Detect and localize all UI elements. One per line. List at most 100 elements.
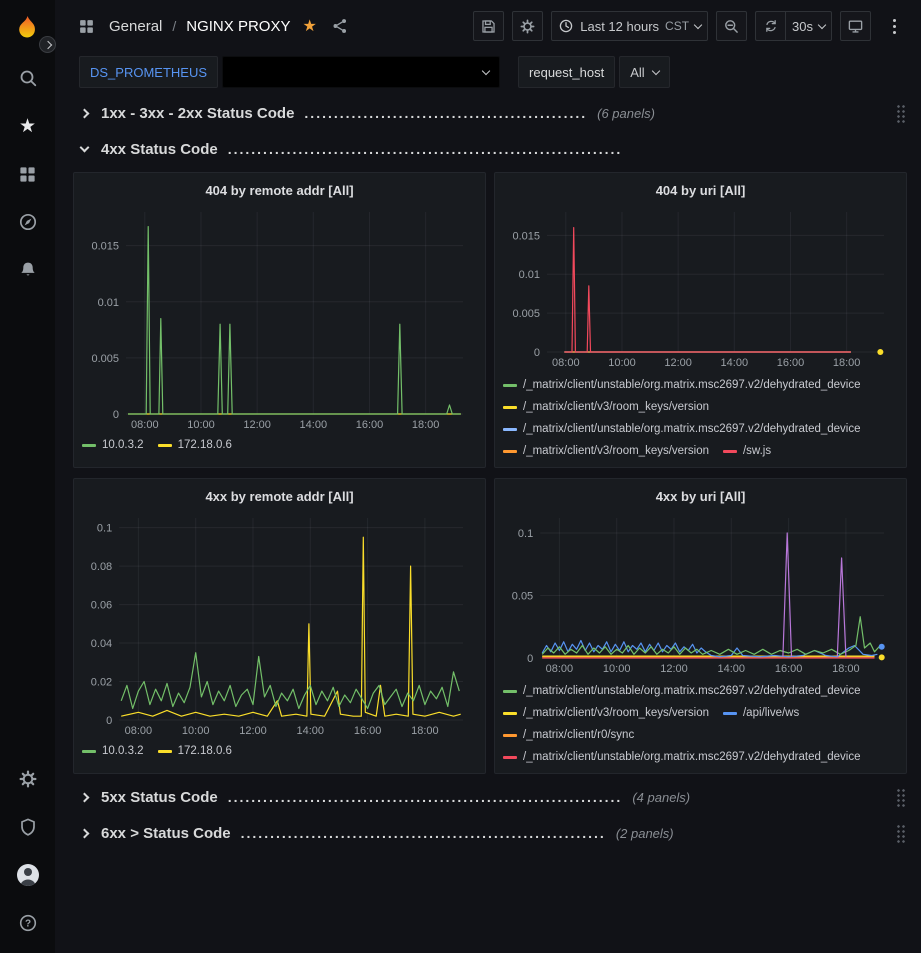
chevron-down-icon xyxy=(651,66,659,74)
legend-series-label: 10.0.3.2 xyxy=(102,745,144,757)
panel-title[interactable]: 404 by remote addr [All] xyxy=(82,179,477,204)
sidebar-item-starred[interactable]: ★ xyxy=(0,102,55,150)
gear-icon xyxy=(18,769,38,789)
legend-series-color xyxy=(82,444,96,447)
request-host-variable-select[interactable]: All xyxy=(619,56,669,88)
row-4xx[interactable]: 4xx Status Code ........................… xyxy=(73,136,907,162)
legend-item[interactable]: /_matrix/client/v3/room_keys/version xyxy=(503,702,709,724)
row-drag-handle-icon[interactable] xyxy=(896,104,907,123)
svg-text:0.015: 0.015 xyxy=(91,241,119,253)
panel-title[interactable]: 404 by uri [All] xyxy=(503,179,898,204)
refresh-button[interactable] xyxy=(755,11,785,41)
sidebar-item-alerting[interactable] xyxy=(0,246,55,294)
legend-series-color xyxy=(503,712,517,715)
sidebar-item-explore[interactable] xyxy=(0,198,55,246)
svg-text:18:00: 18:00 xyxy=(412,419,440,431)
legend-item[interactable]: /_matrix/client/v3/room_keys/version xyxy=(503,440,709,461)
datasource-variable-label: DS_PROMETHEUS xyxy=(79,56,218,88)
legend-series-color xyxy=(158,444,172,447)
legend-item[interactable]: /_matrix/client/r0/sync xyxy=(503,724,634,746)
svg-text:08:00: 08:00 xyxy=(552,357,580,369)
svg-text:12:00: 12:00 xyxy=(243,419,271,431)
panel-title[interactable]: 4xx by remote addr [All] xyxy=(82,485,477,510)
gear-icon xyxy=(519,18,536,35)
refresh-interval-dropdown[interactable]: 30s xyxy=(785,11,832,41)
chart-4xx-by-remote-addr[interactable]: 08:0010:0012:0014:0016:0018:0000.020.040… xyxy=(82,510,477,738)
row-1xx-3xx-2xx[interactable]: 1xx - 3xx - 2xx Status Code ............… xyxy=(73,100,907,126)
grafana-flame-icon xyxy=(14,14,41,41)
favorite-star-icon[interactable]: ★ xyxy=(302,16,316,36)
svg-text:18:00: 18:00 xyxy=(833,357,861,369)
tv-mode-button[interactable] xyxy=(840,11,871,41)
toolbar: Last 12 hours CST xyxy=(473,11,909,41)
chart-404-by-uri[interactable]: 08:0010:0012:0014:0016:0018:0000.0050.01… xyxy=(503,204,898,370)
legend-item[interactable]: /_matrix/client/unstable/org.matrix.msc2… xyxy=(503,680,861,702)
panel-grid: 404 by remote addr [All] 08:0010:0012:00… xyxy=(73,172,907,774)
legend-item[interactable]: /_matrix/client/v3/room_keys/version xyxy=(503,396,709,418)
row-6xx[interactable]: 6xx > Status Code ......................… xyxy=(73,820,907,846)
monitor-icon xyxy=(847,18,864,35)
legend-series-label: /_matrix/client/unstable/org.matrix.msc2… xyxy=(523,751,861,763)
svg-text:12:00: 12:00 xyxy=(239,725,267,737)
dashboard-settings-button[interactable] xyxy=(512,11,543,41)
chart-404-by-remote-addr[interactable]: 08:0010:0012:0014:0016:0018:0000.0050.01… xyxy=(82,204,477,432)
sidebar-item-configuration[interactable] xyxy=(0,755,55,803)
refresh-button-group: 30s xyxy=(755,11,832,41)
chevron-down-icon xyxy=(77,147,91,151)
svg-text:0: 0 xyxy=(113,409,119,421)
svg-text:16:00: 16:00 xyxy=(777,357,805,369)
row-dots: ........................................… xyxy=(304,105,587,121)
legend-series-color xyxy=(503,690,517,693)
sidebar-item-search[interactable] xyxy=(0,54,55,102)
row-drag-handle-icon[interactable] xyxy=(896,788,907,807)
legend-series-label: /_matrix/client/v3/room_keys/version xyxy=(523,401,709,413)
legend-item[interactable]: /_matrix/client/unstable/org.matrix.msc2… xyxy=(503,418,861,440)
panel-title[interactable]: 4xx by uri [All] xyxy=(503,485,898,510)
svg-text:14:00: 14:00 xyxy=(297,725,325,737)
svg-text:10:00: 10:00 xyxy=(608,357,636,369)
legend-item[interactable]: 172.18.0.6 xyxy=(158,740,232,762)
row-5xx[interactable]: 5xx Status Code ........................… xyxy=(73,784,907,810)
legend-item[interactable]: /_matrix/client/unstable/org.matrix.msc2… xyxy=(503,746,861,767)
sidebar-item-help[interactable]: ? xyxy=(0,899,55,947)
bell-icon xyxy=(18,260,38,280)
legend-series-label: /api/live/ws xyxy=(743,707,799,719)
chart-legend: 10.0.3.2 172.18.0.6 xyxy=(82,740,477,764)
row-drag-handle-icon[interactable] xyxy=(896,824,907,843)
legend-item[interactable]: /api/live/ws xyxy=(723,702,799,724)
svg-text:0.1: 0.1 xyxy=(97,523,112,535)
sidebar-item-server-admin[interactable] xyxy=(0,803,55,851)
kebab-menu-icon[interactable] xyxy=(879,11,909,41)
zoom-out-time-button[interactable] xyxy=(716,11,747,41)
datasource-variable-select[interactable] xyxy=(222,56,500,88)
svg-text:0.02: 0.02 xyxy=(91,677,112,689)
svg-text:10:00: 10:00 xyxy=(603,663,631,675)
legend-item[interactable]: 10.0.3.2 xyxy=(82,434,144,456)
star-icon: ★ xyxy=(19,117,36,136)
time-range-picker[interactable]: Last 12 hours CST xyxy=(551,11,708,41)
svg-text:10:00: 10:00 xyxy=(182,725,210,737)
sidebar-item-dashboards[interactable] xyxy=(0,150,55,198)
share-icon[interactable] xyxy=(325,11,355,41)
chevron-down-icon xyxy=(482,66,490,74)
legend-item[interactable]: /sw.js xyxy=(723,440,771,461)
svg-text:14:00: 14:00 xyxy=(718,663,746,675)
legend-item[interactable]: /_matrix/client/unstable/org.matrix.msc2… xyxy=(503,374,861,396)
legend-series-color xyxy=(723,450,737,453)
apps-grid-icon[interactable] xyxy=(71,11,101,41)
breadcrumb-folder[interactable]: General xyxy=(109,18,162,35)
chevron-right-icon xyxy=(43,40,51,48)
clock-icon xyxy=(558,18,574,34)
legend-item[interactable]: 10.0.3.2 xyxy=(82,740,144,762)
row-title: 6xx > Status Code xyxy=(101,825,231,842)
svg-text:12:00: 12:00 xyxy=(664,357,692,369)
svg-text:14:00: 14:00 xyxy=(721,357,749,369)
save-dashboard-button[interactable] xyxy=(473,11,504,41)
svg-text:16:00: 16:00 xyxy=(354,725,382,737)
sidebar-item-profile[interactable] xyxy=(0,851,55,899)
chart-4xx-by-uri[interactable]: 08:0010:0012:0014:0016:0018:0000.050.1 xyxy=(503,510,898,676)
legend-item[interactable]: 172.18.0.6 xyxy=(158,434,232,456)
sidebar-expand-button[interactable] xyxy=(39,36,56,53)
row-panel-count: (6 panels) xyxy=(597,106,655,121)
chart-legend: /_matrix/client/unstable/org.matrix.msc2… xyxy=(503,374,898,461)
